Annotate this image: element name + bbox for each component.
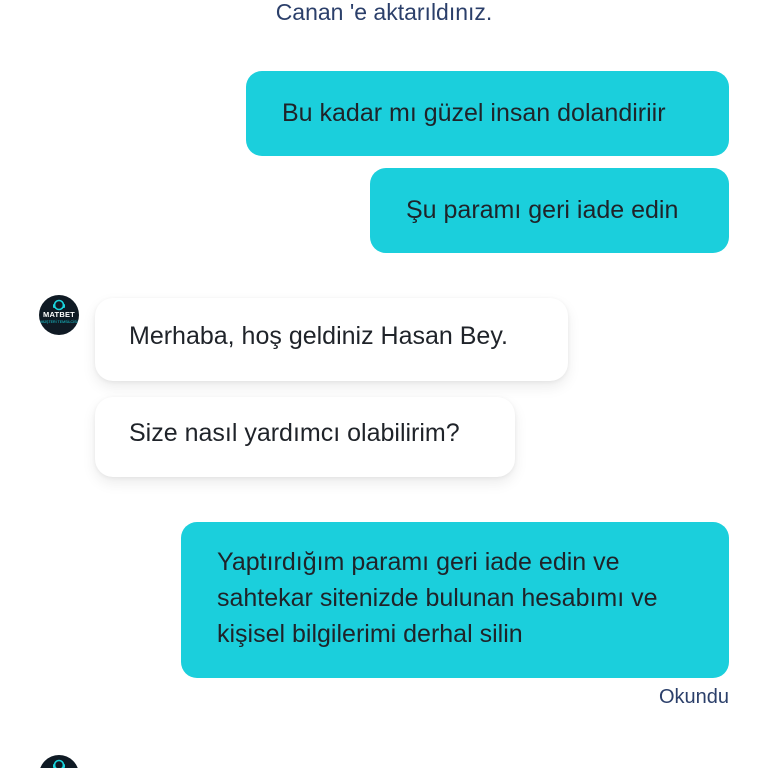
incoming-message[interactable]: Size nasıl yardımcı olabilirim? [95,397,515,477]
chat-thread: Canan 'e aktarıldınız. Bu kadar mı güzel… [0,0,768,768]
outgoing-message[interactable]: Yaptırdığım paramı geri iade edin ve sah… [181,522,729,678]
agent-avatar[interactable] [39,755,79,768]
headset-icon [53,759,65,768]
incoming-message[interactable]: Merhaba, hoş geldiniz Hasan Bey. [95,298,568,381]
avatar-brand: MATBET [43,310,75,319]
read-receipt: Okundu [658,686,729,708]
agent-transfer-notice: Canan 'e aktarıldınız. [275,0,493,25]
outgoing-message[interactable]: Bu kadar mı güzel insan dolandiriir [246,71,729,156]
outgoing-message[interactable]: Şu paramı geri iade edin [370,168,729,253]
avatar-subtitle: MÜŞTERİ TEMSİLCİSİ [40,320,78,324]
agent-avatar[interactable]: MATBET MÜŞTERİ TEMSİLCİSİ [39,295,79,335]
